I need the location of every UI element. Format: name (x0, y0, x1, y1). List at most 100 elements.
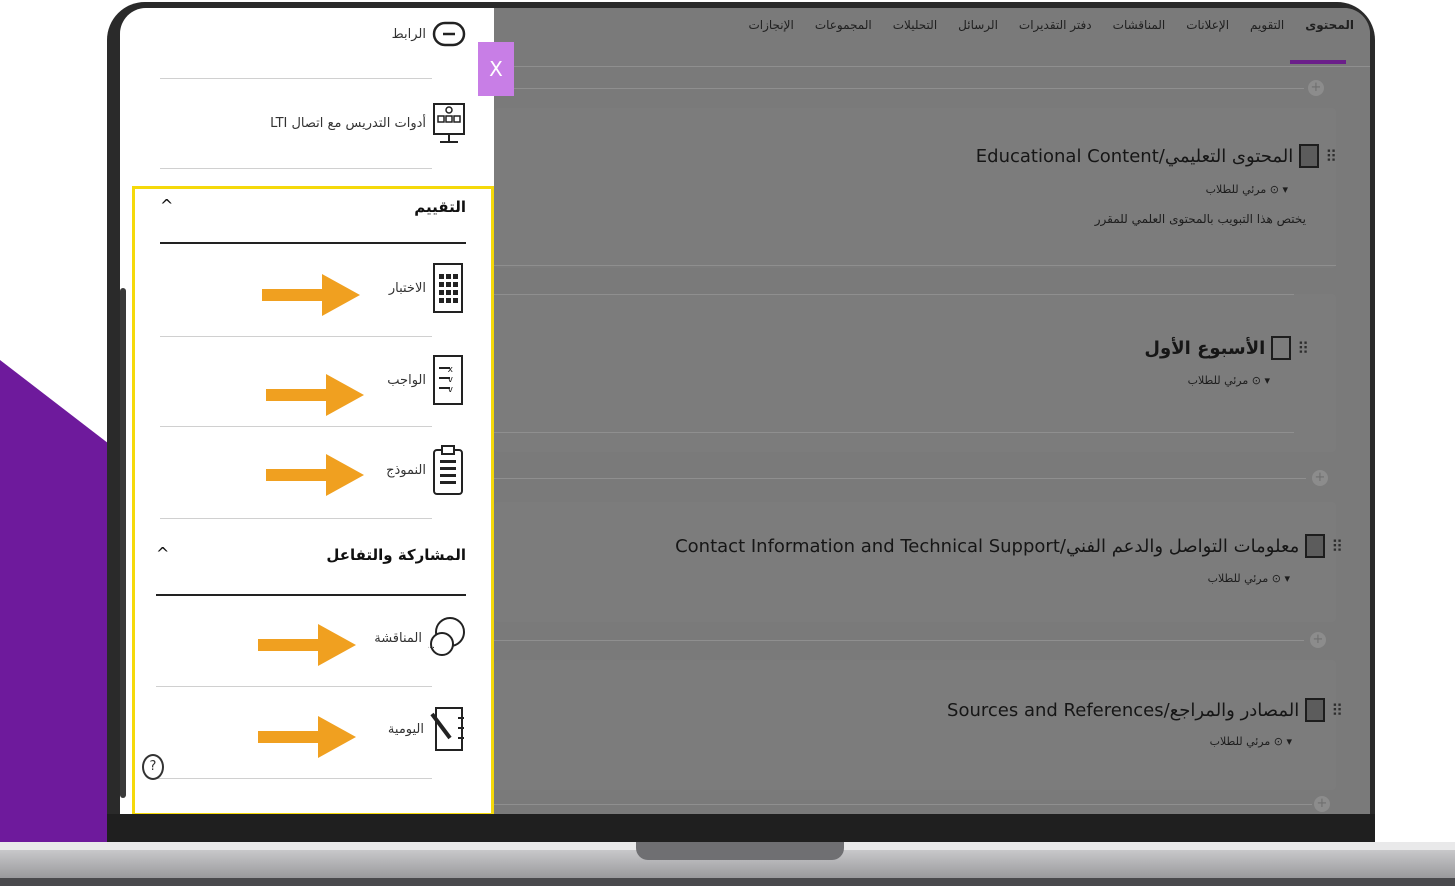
panel-item-label: الواجب (387, 372, 426, 388)
tab-analytics[interactable]: التحليلات (893, 18, 937, 32)
tab-achievements[interactable]: الإنجازات (748, 18, 793, 32)
drag-handle-icon[interactable]: ⠿ (1325, 147, 1337, 166)
panel-item-discussion[interactable]: ... المناقشة (374, 614, 466, 662)
panel-item-label: أدوات التدريس مع اتصال LTI (270, 115, 426, 131)
section-divider (160, 242, 466, 244)
content-item-title[interactable]: المصادر والمراجع/Sources and References (947, 700, 1299, 721)
card-top-line (494, 294, 1294, 295)
visibility-label: مرئي للطلاب (1187, 374, 1249, 387)
visibility-toggle[interactable]: ▾ ⊙ مرئي للطلاب (1208, 572, 1290, 585)
content-item-title-row[interactable]: ⠿ المحتوى التعليمي/Educational Content (976, 144, 1337, 168)
link-icon (432, 21, 466, 47)
panel-item-label: اليومية (387, 721, 424, 737)
visibility-label: مرئي للطلاب (1209, 735, 1271, 748)
content-item-title[interactable]: معلومات التواصل والدعم الفني/Contact Inf… (675, 536, 1299, 557)
add-content-button[interactable]: + (1312, 470, 1328, 486)
panel-item-test[interactable]: الاختبار (389, 262, 466, 314)
add-content-panel: الرابط أدوات التدريس مع اتصال LTI التقيي… (120, 8, 494, 814)
panel-divider (156, 686, 432, 687)
drag-handle-icon[interactable]: ⠿ (1297, 339, 1309, 358)
panel-item-lti-tools[interactable]: أدوات التدريس مع اتصال LTI (270, 102, 466, 144)
drag-handle-icon[interactable]: ⠿ (1331, 537, 1343, 556)
panel-item-label: الرابط (391, 26, 426, 42)
section-title-participation: المشاركة والتفاعل (326, 546, 466, 564)
discussion-icon: ... (428, 617, 465, 656)
journal-icon (430, 707, 464, 751)
panel-divider (160, 518, 432, 519)
visibility-toggle[interactable]: ▾ ⊙ مرئي للطلاب (1210, 735, 1292, 748)
panel-item-assignment[interactable]: xvv الواجب (387, 354, 466, 406)
panel-item-label: النموذج (386, 462, 426, 478)
document-icon (1305, 698, 1326, 722)
chevron-up-icon[interactable]: ^ (160, 196, 173, 215)
panel-scrollbar[interactable] (120, 288, 126, 798)
close-panel-button[interactable]: X (478, 42, 514, 96)
tabs-divider (494, 66, 1370, 67)
add-content-button[interactable]: + (1308, 80, 1324, 96)
panel-item-form[interactable]: النموذج (386, 444, 466, 496)
lti-tools-icon (433, 103, 465, 143)
tab-messages[interactable]: الرسائل (958, 18, 998, 32)
orange-arrow-icon (262, 274, 360, 316)
laptop-base-notch (636, 842, 844, 860)
panel-divider (160, 168, 432, 169)
laptop-bezel-bottom (107, 814, 1375, 844)
chevron-up-icon[interactable]: ^ (156, 544, 169, 563)
card-bottom-line (494, 432, 1294, 433)
document-icon (1299, 144, 1320, 168)
add-content-button[interactable]: + (1314, 796, 1330, 812)
content-item-description: يختص هذا التبويب بالمحتوى العلمي للمقرر (1094, 212, 1306, 226)
drag-handle-icon[interactable]: ⠿ (1331, 701, 1343, 720)
add-row-line (494, 640, 1304, 641)
visibility-toggle[interactable]: ▾ ⊙ مرئي للطلاب (1206, 183, 1288, 196)
test-icon (433, 263, 463, 313)
visibility-label: مرئي للطلاب (1205, 183, 1267, 196)
content-item-title[interactable]: المحتوى التعليمي/Educational Content (976, 146, 1293, 167)
document-icon (1305, 534, 1326, 558)
orange-arrow-icon (266, 454, 364, 496)
orange-arrow-icon (258, 624, 356, 666)
panel-divider (160, 78, 432, 79)
tab-groups[interactable]: المجموعات (815, 18, 872, 32)
panel-item-label: المناقشة (374, 630, 422, 646)
panel-item-journal[interactable]: اليومية (388, 704, 466, 754)
tab-announcements[interactable]: الإعلانات (1186, 18, 1229, 32)
folder-icon (1271, 336, 1292, 360)
svg-text:v: v (448, 385, 454, 395)
panel-divider (156, 778, 432, 779)
panel-item-link[interactable]: الرابط (392, 20, 466, 48)
tab-gradebook[interactable]: دفتر التقديرات (1019, 18, 1092, 32)
help-icon[interactable]: ? (142, 754, 164, 780)
content-item-card (494, 294, 1336, 452)
panel-divider (160, 426, 432, 427)
visibility-label: مرئي للطلاب (1207, 572, 1269, 585)
tab-content[interactable]: المحتوى (1305, 18, 1354, 32)
add-content-button[interactable]: + (1310, 632, 1326, 648)
active-tab-indicator (1290, 60, 1346, 64)
course-tabs: المحتوى التقويم الإعلانات المناقشات دفتر… (748, 18, 1354, 32)
content-item-card (494, 502, 1336, 622)
orange-arrow-icon (266, 374, 364, 416)
content-item-title[interactable]: الأسبوع الأول (1144, 338, 1265, 359)
svg-text:v: v (448, 375, 454, 385)
tab-calendar[interactable]: التقويم (1250, 18, 1284, 32)
visibility-toggle[interactable]: ▾ ⊙ مرئي للطلاب (1188, 374, 1270, 387)
panel-divider (160, 336, 432, 337)
add-row-line (494, 88, 1304, 89)
section-title-assessment: التقييم (414, 198, 466, 216)
form-icon (433, 445, 463, 495)
content-item-title-row[interactable]: ⠿ الأسبوع الأول (1144, 336, 1309, 360)
svg-text:x: x (448, 365, 454, 375)
section-divider (156, 594, 466, 596)
orange-arrow-icon (258, 716, 356, 758)
tab-discussions[interactable]: المناقشات (1113, 18, 1166, 32)
content-item-title-row[interactable]: ⠿ معلومات التواصل والدعم الفني/Contact I… (675, 534, 1343, 558)
content-item-title-row[interactable]: ⠿ المصادر والمراجع/Sources and Reference… (947, 698, 1343, 722)
add-row-line (494, 804, 1312, 805)
laptop-screen: المحتوى التقويم الإعلانات المناقشات دفتر… (120, 8, 1370, 814)
content-item-card (494, 660, 1336, 790)
assignment-icon: xvv (433, 355, 463, 405)
course-content-area: المحتوى التقويم الإعلانات المناقشات دفتر… (494, 8, 1370, 814)
add-row-line (494, 478, 1306, 479)
svg-text:...: ... (428, 641, 435, 651)
